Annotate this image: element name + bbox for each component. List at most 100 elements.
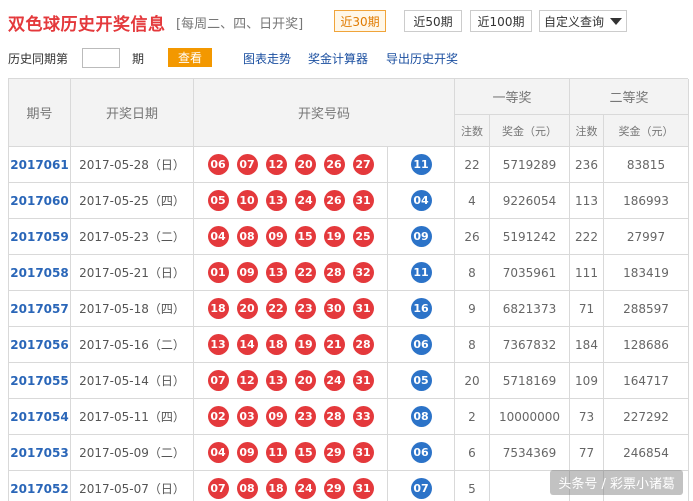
blue-ball-cell: 16 [388, 291, 455, 327]
red-ball: 23 [294, 406, 316, 427]
red-ball: 27 [352, 154, 374, 175]
tab-recent-50[interactable]: 近50期 [404, 10, 462, 32]
red-ball: 04 [207, 442, 229, 463]
draw-date: 2017-05-16（二） [71, 327, 194, 363]
red-balls: 07 12 13 20 24 31 [194, 363, 388, 399]
red-ball: 07 [207, 370, 229, 391]
first-prize-count: 9 [455, 291, 490, 327]
red-ball: 18 [265, 334, 287, 355]
blue-ball-cell: 09 [388, 219, 455, 255]
blue-ball-cell: 06 [388, 327, 455, 363]
second-prize-count: 184 [570, 327, 604, 363]
history-period-label: 历史同期第 [8, 52, 69, 66]
issue-number[interactable]: 2017056 [9, 327, 71, 363]
red-balls: 18 20 22 23 30 31 [194, 291, 388, 327]
red-ball: 31 [352, 442, 374, 463]
second-prize-count: 111 [570, 255, 604, 291]
red-ball: 09 [265, 406, 287, 427]
blue-ball: 08 [410, 406, 432, 427]
red-ball: 31 [352, 478, 374, 499]
first-prize-amount: 7534369 [490, 435, 570, 471]
draw-date: 2017-05-07（日） [71, 471, 194, 501]
red-ball: 15 [294, 442, 316, 463]
red-balls: 05 10 13 24 26 31 [194, 183, 388, 219]
red-ball: 08 [236, 226, 258, 247]
blue-ball: 11 [410, 154, 432, 175]
blue-ball-cell: 11 [388, 147, 455, 183]
header-second-count: 注数 [570, 115, 604, 147]
second-prize-count: 77 [570, 435, 604, 471]
red-ball: 26 [323, 190, 345, 211]
issue-number[interactable]: 2017053 [9, 435, 71, 471]
view-button[interactable]: 查看 [168, 48, 212, 67]
issue-number[interactable]: 2017061 [9, 147, 71, 183]
red-ball: 05 [207, 190, 229, 211]
red-ball: 20 [294, 370, 316, 391]
page-title: 双色球历史开奖信息 [8, 15, 166, 35]
issue-number[interactable]: 2017052 [9, 471, 71, 501]
second-prize-count: 109 [570, 363, 604, 399]
second-prize-amount: 27997 [604, 219, 689, 255]
first-prize-amount: 7367832 [490, 327, 570, 363]
page-header: 双色球历史开奖信息 [每周二、四、日开奖] 近30期 近50期 近100期 自定… [8, 10, 688, 35]
watermark: 头条号 / 彩票小诸葛 [550, 470, 683, 495]
second-prize-amount: 246854 [604, 435, 689, 471]
custom-query-label: 自定义查询 [543, 14, 604, 29]
red-ball: 14 [236, 334, 258, 355]
red-balls: 01 09 13 22 28 32 [194, 255, 388, 291]
blue-ball-cell: 06 [388, 435, 455, 471]
tab-recent-30[interactable]: 近30期 [334, 10, 386, 32]
red-balls: 13 14 18 19 21 28 [194, 327, 388, 363]
draw-date: 2017-05-23（二） [71, 219, 194, 255]
blue-ball: 05 [410, 370, 432, 391]
export-history-link[interactable]: 导出历史开奖 [386, 50, 458, 67]
red-ball: 26 [323, 154, 345, 175]
issue-number[interactable]: 2017060 [9, 183, 71, 219]
first-prize-count: 22 [455, 147, 490, 183]
blue-ball: 04 [410, 190, 432, 211]
red-ball: 18 [265, 478, 287, 499]
issue-number[interactable]: 2017055 [9, 363, 71, 399]
issue-number[interactable]: 2017054 [9, 399, 71, 435]
first-prize-amount: 5191242 [490, 219, 570, 255]
issue-number[interactable]: 2017058 [9, 255, 71, 291]
red-ball: 28 [352, 334, 374, 355]
header-first-amount: 奖金（元） [490, 115, 570, 147]
period-input[interactable] [82, 48, 120, 68]
red-ball: 24 [294, 478, 316, 499]
first-prize-count: 4 [455, 183, 490, 219]
red-ball: 03 [236, 406, 258, 427]
red-ball: 24 [294, 190, 316, 211]
second-prize-amount: 183419 [604, 255, 689, 291]
red-ball: 30 [323, 298, 345, 319]
red-ball: 29 [323, 478, 345, 499]
red-ball: 13 [207, 334, 229, 355]
second-prize-amount: 227292 [604, 399, 689, 435]
blue-ball: 06 [410, 334, 432, 355]
header-date: 开奖日期 [71, 79, 194, 147]
issue-number[interactable]: 2017059 [9, 219, 71, 255]
red-ball: 20 [236, 298, 258, 319]
header-second-prize: 二等奖 [570, 79, 689, 115]
blue-ball: 09 [410, 226, 432, 247]
second-prize-amount: 164717 [604, 363, 689, 399]
issue-number[interactable]: 2017057 [9, 291, 71, 327]
red-ball: 13 [265, 190, 287, 211]
red-ball: 09 [236, 262, 258, 283]
draw-date: 2017-05-14（日） [71, 363, 194, 399]
red-ball: 28 [323, 262, 345, 283]
header-numbers: 开奖号码 [194, 79, 455, 147]
tab-recent-100[interactable]: 近100期 [470, 10, 532, 32]
red-ball: 08 [236, 478, 258, 499]
custom-query-dropdown[interactable]: 自定义查询 [539, 10, 627, 32]
chart-trend-link[interactable]: 图表走势 [243, 50, 291, 67]
red-ball: 15 [294, 226, 316, 247]
red-ball: 12 [265, 154, 287, 175]
second-prize-amount: 186993 [604, 183, 689, 219]
first-prize-amount: 5719289 [490, 147, 570, 183]
prize-calculator-link[interactable]: 奖金计算器 [308, 50, 368, 67]
red-ball: 10 [236, 190, 258, 211]
first-prize-count: 6 [455, 435, 490, 471]
blue-ball: 16 [410, 298, 432, 319]
draw-date: 2017-05-18（四） [71, 291, 194, 327]
